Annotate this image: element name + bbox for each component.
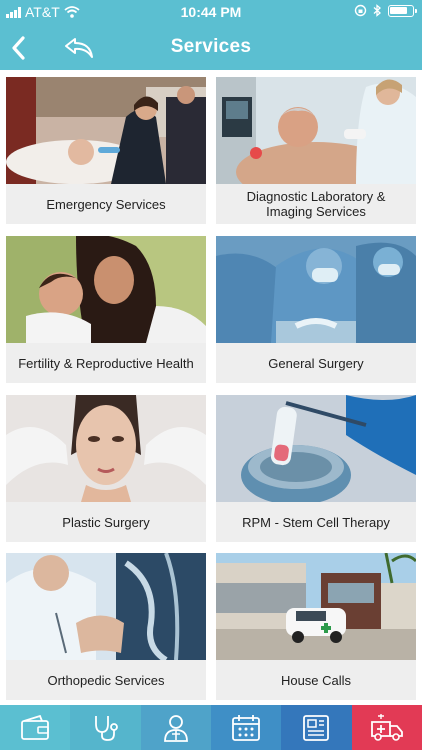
service-card-stem-cell[interactable]: RPM - Stem Cell Therapy: [216, 395, 416, 542]
service-image: [6, 395, 206, 502]
bottom-tab-bar: [0, 705, 422, 750]
service-image: [216, 553, 416, 660]
stethoscope-icon: [95, 715, 119, 741]
bluetooth-icon: [373, 4, 381, 17]
orientation-lock-icon: [354, 4, 367, 17]
tab-emergency[interactable]: [351, 705, 422, 750]
service-card-general-surgery[interactable]: General Surgery: [216, 236, 416, 383]
tab-doctors[interactable]: [140, 705, 211, 750]
tab-news[interactable]: [281, 705, 352, 750]
doctor-icon: [163, 714, 188, 742]
ambulance-icon: [370, 713, 403, 741]
service-label: Emergency Services: [46, 196, 166, 212]
service-image: [216, 236, 416, 343]
service-card-fertility[interactable]: Fertility & Reproductive Health: [6, 236, 206, 383]
service-label: Plastic Surgery: [62, 514, 150, 530]
service-card-plastic-surgery[interactable]: Plastic Surgery: [6, 395, 206, 542]
tab-billing[interactable]: [0, 705, 71, 750]
wallet-icon: [21, 714, 50, 740]
service-label: RPM - Stem Cell Therapy: [242, 514, 390, 530]
battery-icon: [388, 4, 417, 17]
service-label: General Surgery: [268, 355, 364, 371]
calendar-icon: [232, 714, 261, 741]
service-card-house-calls[interactable]: House Calls: [216, 553, 416, 700]
status-bar: AT&T 10:44 PM: [0, 0, 422, 24]
service-label: House Calls: [280, 672, 352, 688]
service-image: [6, 553, 206, 660]
news-icon: [303, 714, 330, 741]
service-image: [6, 77, 206, 184]
nav-bar: Services: [0, 28, 422, 68]
service-image: [6, 236, 206, 343]
page-title: Services: [170, 36, 252, 57]
service-label: Orthopedic Services: [47, 672, 165, 688]
service-image: [216, 395, 416, 502]
service-image: [216, 77, 416, 184]
service-card-emergency[interactable]: Emergency Services: [6, 77, 206, 224]
tab-appointments[interactable]: [210, 705, 282, 750]
app-header: AT&T 10:44 PM Services: [0, 0, 422, 70]
service-card-diagnostic[interactable]: Diagnostic Laboratory & Imaging Services: [216, 77, 416, 224]
service-label: Diagnostic Laboratory & Imaging Services: [246, 189, 386, 219]
tab-services[interactable]: [70, 705, 141, 750]
service-label: Fertility & Reproductive Health: [18, 355, 194, 371]
service-card-orthopedic[interactable]: Orthopedic Services: [6, 553, 206, 700]
